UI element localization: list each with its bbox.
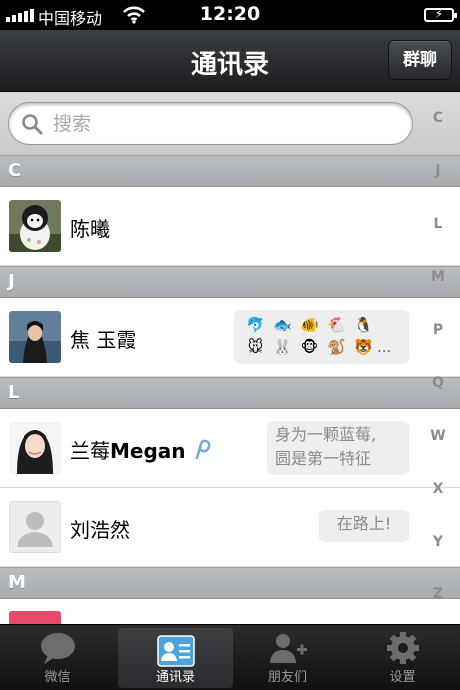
contacts-list[interactable]: C 陈曦 J 焦 玉霞 <box>0 92 460 624</box>
avatar <box>9 611 61 624</box>
contacts-card-icon <box>157 635 195 667</box>
contact-row[interactable]: 刘浩然 在路上! <box>0 488 460 567</box>
mouse-icon: 🐭 <box>247 338 264 356</box>
tab-friends[interactable]: 朋友们 <box>230 625 345 690</box>
dolphin-icon: 🐬 <box>246 316 265 334</box>
contact-status: 身为一颗蓝莓, 圆是第一特征 <box>267 421 409 475</box>
search-bar <box>0 92 460 155</box>
tropical-fish-icon: 🐠 <box>300 316 319 334</box>
index-letter[interactable]: Z <box>416 586 460 602</box>
contact-name: 焦 玉霞 <box>70 328 137 352</box>
tab-label: 微信 <box>44 670 71 685</box>
index-letter[interactable]: M <box>416 269 460 285</box>
status-time: 12:20 <box>199 3 261 25</box>
avatar <box>9 200 61 252</box>
chat-bubble-icon <box>41 633 75 664</box>
fish-icon: 🐟 <box>273 316 292 334</box>
add-friend-icon <box>270 634 307 663</box>
avatar <box>9 422 61 474</box>
contact-row[interactable] <box>0 599 460 624</box>
section-header-l: L <box>0 377 460 409</box>
index-letter[interactable]: X <box>416 481 460 497</box>
index-letter[interactable]: Y <box>416 534 460 550</box>
emoji-signature: 🐬 🐟 🐠 🐔 🐧 🐭 🐰 🐵 🐒 🐯... <box>234 310 409 364</box>
tab-settings[interactable]: 设置 <box>345 625 460 690</box>
avatar <box>9 501 61 553</box>
tab-bar: 微信 通讯录 朋友们 设置 <box>0 624 460 690</box>
status-bar: 中国移动 12:20 ⚡ <box>0 0 460 30</box>
tiger-icon: 🐯 <box>354 338 373 356</box>
contact-name: 陈曦 <box>70 217 110 241</box>
more-ellipsis: ... <box>377 338 392 356</box>
contact-row[interactable]: 兰莓Megan 身为一颗蓝莓, 圆是第一特征 <box>0 409 460 488</box>
section-header-c: C <box>0 155 460 187</box>
section-header-m: M <box>0 567 460 599</box>
tab-label: 朋友们 <box>267 670 307 685</box>
pinterest-icon <box>195 439 211 460</box>
index-letter[interactable]: J <box>416 163 460 179</box>
chicken-icon: 🐔 <box>327 316 346 334</box>
section-header-j: J <box>0 266 460 298</box>
navigation-bar: 通讯录 群聊 <box>0 30 460 92</box>
tab-label: 通讯录 <box>155 670 195 685</box>
contact-row[interactable]: 陈曦 <box>0 187 460 266</box>
search-input[interactable] <box>53 111 393 137</box>
section-index[interactable]: C J L M P Q W X Y Z <box>416 92 460 624</box>
group-chat-button[interactable]: 群聊 <box>388 40 452 80</box>
index-letter[interactable]: W <box>416 428 460 444</box>
contact-name: 兰莓Megan <box>70 439 186 463</box>
rabbit-icon: 🐰 <box>273 338 292 356</box>
avatar <box>9 311 61 363</box>
search-icon <box>22 114 43 135</box>
battery-icon: ⚡ <box>424 7 457 22</box>
index-letter[interactable]: C <box>416 110 460 126</box>
contact-status: 在路上! <box>319 510 409 542</box>
monkey-icon: 🐒 <box>327 338 346 356</box>
tab-wechat[interactable]: 微信 <box>0 625 115 690</box>
index-letter[interactable]: Q <box>416 375 460 391</box>
index-letter[interactable]: L <box>416 216 460 232</box>
contact-row[interactable]: 焦 玉霞 🐬 🐟 🐠 🐔 🐧 🐭 🐰 🐵 🐒 🐯... <box>0 298 460 377</box>
index-letter[interactable]: P <box>416 322 460 338</box>
tab-contacts[interactable]: 通讯录 <box>118 628 233 688</box>
penguin-icon: 🐧 <box>354 316 373 334</box>
gear-icon <box>387 632 419 664</box>
search-field[interactable] <box>8 102 413 145</box>
contact-name: 刘浩然 <box>70 518 130 542</box>
tab-label: 设置 <box>389 670 416 685</box>
monkey-face-icon: 🐵 <box>300 338 319 356</box>
